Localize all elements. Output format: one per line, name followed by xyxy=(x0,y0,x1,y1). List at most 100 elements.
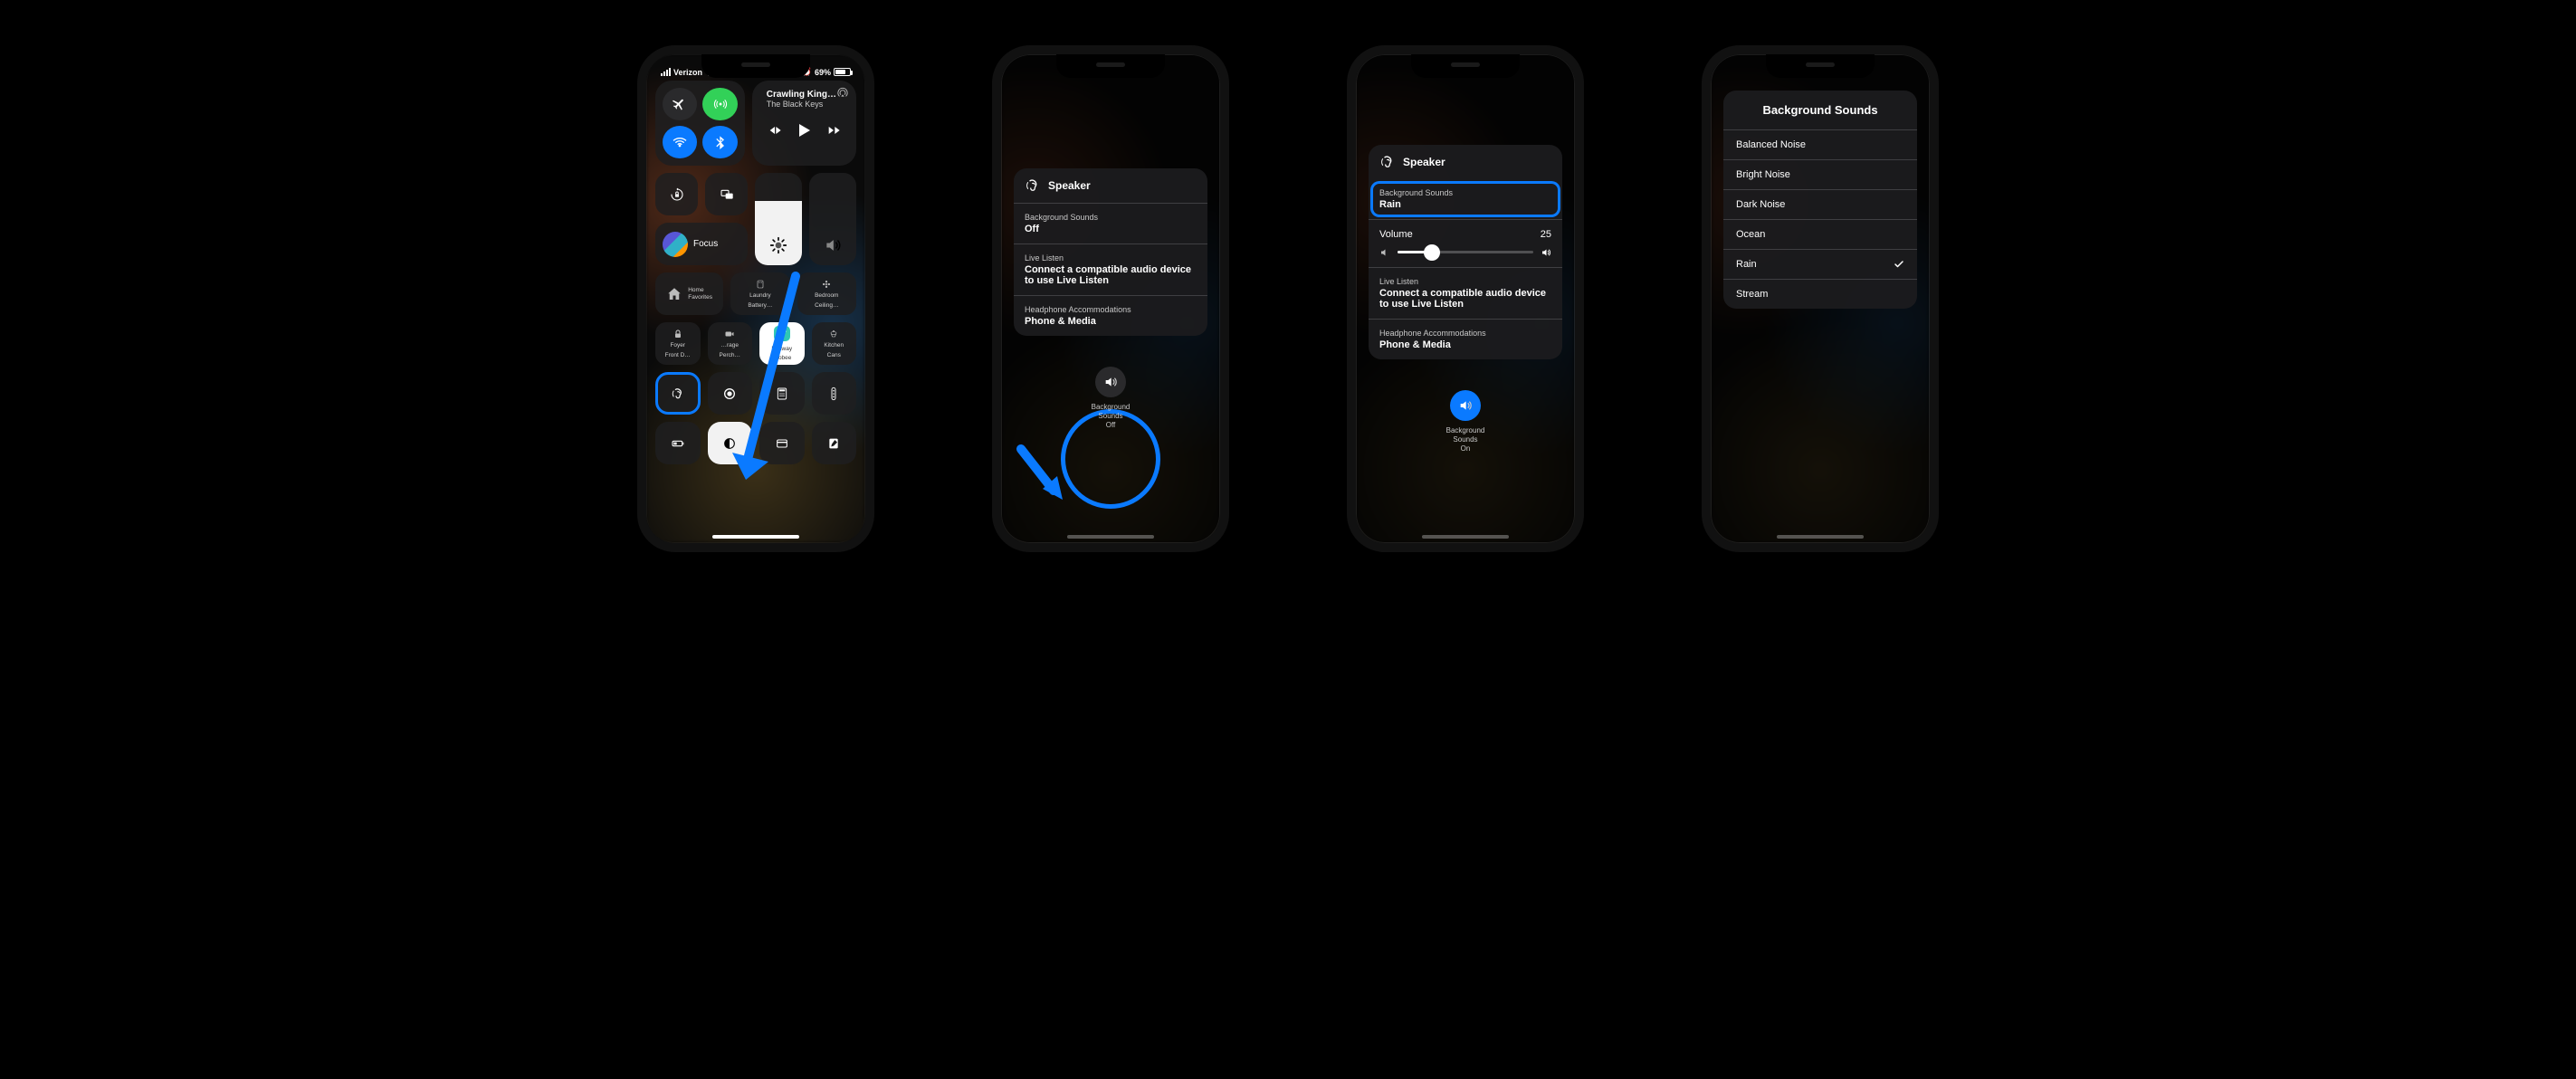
option-label: Rain xyxy=(1736,259,1757,270)
volume-label: Volume xyxy=(1379,229,1413,240)
bluetooth-button[interactable] xyxy=(702,126,737,158)
volume-slider[interactable] xyxy=(1398,251,1533,253)
ear-icon xyxy=(1379,154,1396,170)
headphone-accommodations-row[interactable]: Headphone Accommodations Phone & Media xyxy=(1369,319,1562,359)
tile-sublabel: Cans xyxy=(827,352,841,358)
kitchen-tile[interactable]: KitchenCans xyxy=(812,322,857,365)
wallet-button[interactable] xyxy=(759,422,805,464)
sheet-header: Background Sounds xyxy=(1723,91,1917,129)
ear-icon xyxy=(1025,177,1041,194)
battery-pct: 69% xyxy=(815,68,831,77)
next-button[interactable] xyxy=(826,123,841,138)
tile-label: Hallway xyxy=(771,346,792,352)
ha-row-value: Phone & Media xyxy=(1379,339,1551,350)
background-sounds-toggle[interactable]: Background Sounds On xyxy=(1446,390,1485,454)
tile-label: Home xyxy=(688,287,712,293)
option-label: Dark Noise xyxy=(1736,199,1785,210)
sound-option[interactable]: Rain xyxy=(1723,249,1917,279)
speaker-icon xyxy=(824,236,842,254)
tile-sublabel: Battery… xyxy=(748,302,772,309)
phone-hearing-off: Speaker Background Sounds Off Live Liste… xyxy=(992,45,1229,552)
phone-hearing-on: Speaker Background Sounds Rain Volume 25 xyxy=(1347,45,1584,552)
background-sounds-row[interactable]: Background Sounds Rain xyxy=(1370,181,1560,217)
bs-row-value: Rain xyxy=(1379,199,1551,210)
output-label: Speaker xyxy=(1048,179,1091,192)
tile-sublabel: ecobee xyxy=(772,355,791,361)
apple-tv-remote-button[interactable] xyxy=(812,372,857,415)
bedroom-tile[interactable]: Bedroom Ceiling… xyxy=(797,272,856,315)
bs-toggle-button[interactable] xyxy=(1095,367,1126,397)
ll-row-value: Connect a compatible audio device to use… xyxy=(1025,264,1197,286)
connectivity-panel[interactable] xyxy=(655,81,745,166)
tile-label: Bedroom xyxy=(815,292,838,299)
hearing-sheet: Speaker Background Sounds Rain Volume 25 xyxy=(1369,145,1562,359)
option-label: Ocean xyxy=(1736,229,1765,240)
hearing-button[interactable] xyxy=(655,372,701,415)
notch xyxy=(1056,54,1165,78)
sound-list-sheet: Background Sounds Balanced NoiseBright N… xyxy=(1723,91,1917,309)
garage-tile[interactable]: …rage Perch… xyxy=(708,322,753,365)
tile-sublabel: Perch… xyxy=(720,352,740,358)
calculator-button[interactable] xyxy=(759,372,805,415)
screen-record-button[interactable] xyxy=(708,372,753,415)
screen-mirroring-button[interactable] xyxy=(705,173,748,215)
camera-icon xyxy=(724,329,735,339)
focus-button[interactable]: Focus xyxy=(655,223,748,265)
background-sounds-toggle[interactable]: Background Sounds Off xyxy=(1092,367,1131,430)
tile-label: …rage xyxy=(720,342,739,349)
tile-sublabel: Ceiling… xyxy=(815,302,838,309)
foyer-tile[interactable]: FoyerFront D… xyxy=(655,322,701,365)
output-row[interactable]: Speaker xyxy=(1369,145,1562,179)
ha-row-label: Headphone Accommodations xyxy=(1379,329,1551,338)
orientation-lock-button[interactable] xyxy=(655,173,698,215)
remote-icon xyxy=(826,387,841,401)
sound-option[interactable]: Bright Noise xyxy=(1723,159,1917,189)
now-playing-panel[interactable]: Crawling King… The Black Keys xyxy=(752,81,856,166)
volume-thumb[interactable] xyxy=(1424,244,1440,261)
sound-option[interactable]: Stream xyxy=(1723,279,1917,309)
previous-button[interactable] xyxy=(768,123,782,138)
bs-row-label: Background Sounds xyxy=(1379,188,1551,197)
laundry-tile[interactable]: Laundry Battery… xyxy=(730,272,789,315)
house-icon xyxy=(666,286,682,302)
airplay-icon[interactable] xyxy=(836,86,849,99)
dark-mode-icon xyxy=(722,436,737,451)
volume-slider[interactable] xyxy=(809,173,856,265)
tile-sublabel: Favorites xyxy=(688,294,712,301)
speaker-icon xyxy=(1103,375,1118,389)
notch xyxy=(701,54,810,78)
airplane-mode-button[interactable] xyxy=(663,88,697,120)
cellular-data-button[interactable] xyxy=(702,88,737,120)
note-icon xyxy=(826,436,841,451)
live-listen-row[interactable]: Live Listen Connect a compatible audio d… xyxy=(1369,267,1562,319)
sound-option[interactable]: Balanced Noise xyxy=(1723,129,1917,159)
wifi-button[interactable] xyxy=(663,126,697,158)
ear-icon xyxy=(671,387,685,401)
bs-toggle-label: Background Sounds xyxy=(1092,403,1131,421)
bs-toggle-state: Off xyxy=(1092,421,1131,430)
background-sounds-row[interactable]: Background Sounds Off xyxy=(1014,203,1207,243)
quick-note-button[interactable] xyxy=(812,422,857,464)
focus-label: Focus xyxy=(693,239,718,249)
play-button[interactable] xyxy=(799,124,810,137)
record-icon xyxy=(722,387,737,401)
brightness-fill xyxy=(755,201,802,265)
low-power-button[interactable] xyxy=(655,422,701,464)
bs-toggle-button[interactable] xyxy=(1450,390,1481,421)
sound-option[interactable]: Ocean xyxy=(1723,219,1917,249)
ll-row-label: Live Listen xyxy=(1379,277,1551,286)
brightness-slider[interactable] xyxy=(755,173,802,265)
light-icon xyxy=(828,329,839,339)
headphone-accommodations-row[interactable]: Headphone Accommodations Phone & Media xyxy=(1014,295,1207,336)
signal-bars-icon xyxy=(661,68,671,76)
bs-toggle-label: Background Sounds xyxy=(1446,426,1485,444)
home-tile[interactable]: HomeFavorites xyxy=(655,272,723,315)
dark-mode-button[interactable] xyxy=(708,422,753,464)
ecobee-tile[interactable]: 74° Hallwayecobee xyxy=(759,322,805,365)
bs-row-label: Background Sounds xyxy=(1025,213,1197,222)
focus-icon xyxy=(663,232,688,257)
output-row[interactable]: Speaker xyxy=(1014,168,1207,203)
live-listen-row[interactable]: Live Listen Connect a compatible audio d… xyxy=(1014,243,1207,295)
sound-option[interactable]: Dark Noise xyxy=(1723,189,1917,219)
tile-label: Laundry xyxy=(749,292,771,299)
